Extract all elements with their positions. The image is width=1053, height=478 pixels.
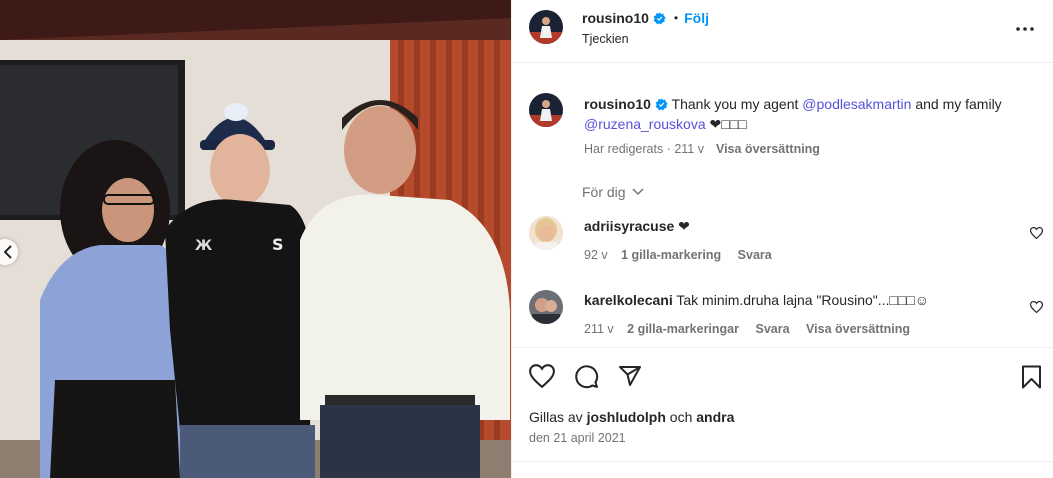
follow-button[interactable]: Följ [684, 10, 709, 26]
svg-text:S: S [272, 235, 284, 254]
liked-by-user-link[interactable]: joshludolph [587, 409, 666, 425]
post-photo[interactable]: Ж S [0, 0, 511, 478]
verified-badge-icon [655, 98, 668, 111]
like-button[interactable] [529, 364, 555, 392]
caption-text: Thank you my agent [667, 96, 803, 112]
chevron-left-icon [3, 245, 12, 259]
heart-icon [529, 364, 555, 389]
divider [512, 461, 1053, 462]
mention-agent-link[interactable]: @podlesakmartin [802, 96, 911, 112]
comment-username-link[interactable]: karelkolecani [584, 292, 673, 308]
comment-body: Tak minim.druha lajna "Rousino"...□□□☺ [672, 292, 930, 308]
avatar-image [529, 216, 563, 250]
more-options-icon [1016, 27, 1034, 31]
avatar-image [529, 290, 563, 324]
svg-text:Ж: Ж [195, 238, 212, 254]
divider [512, 347, 1053, 348]
caption-username-link[interactable]: rousino10 [584, 96, 651, 112]
comment-body: ❤ [674, 218, 690, 234]
save-button[interactable] [1021, 365, 1042, 392]
comment-like-button[interactable] [1029, 300, 1044, 316]
liked-by-prefix: Gillas av [529, 409, 587, 425]
comment-username-link[interactable]: adriisyracuse [584, 218, 674, 234]
username-link[interactable]: rousino10 [582, 10, 649, 26]
share-button[interactable] [618, 364, 642, 392]
post-header: rousino10 • Följ Tjeckien [512, 0, 1053, 63]
photo-image: Ж S [0, 0, 511, 478]
caption-meta: Har redigerats · 211 v Visa översättning [584, 142, 820, 156]
heart-icon [1029, 226, 1044, 240]
avatar[interactable] [529, 93, 563, 127]
heart-icon [1029, 300, 1044, 314]
bookmark-icon [1022, 365, 1041, 389]
liked-by-others-link[interactable]: andra [696, 409, 734, 425]
avatar[interactable] [529, 290, 563, 324]
verified-badge-icon [653, 11, 666, 24]
liked-by-line: Gillas av joshludolph och andra [529, 409, 734, 425]
comment-age: 211 v [584, 322, 614, 336]
translate-link[interactable]: Visa översättning [716, 142, 820, 156]
separator-dot: • [673, 11, 679, 25]
comment-meta: 211 v 2 gilla-markeringar Svara Visa öve… [584, 322, 910, 336]
comment-text: karelkolecani Tak minim.druha lajna "Rou… [584, 292, 929, 308]
caption-text: and my family [911, 96, 1002, 112]
comment-filter-dropdown[interactable]: För dig [582, 184, 644, 200]
translate-link[interactable]: Visa översättning [806, 322, 910, 336]
reply-button[interactable]: Svara [755, 322, 789, 336]
comment-age: 92 v [584, 248, 608, 262]
post-age: 211 v [674, 142, 704, 156]
post-details-panel: rousino10 • Följ Tjeckien rousino10 Than… [511, 0, 1053, 478]
more-options-button[interactable] [1016, 18, 1034, 34]
header-user-line: rousino10 • Följ [582, 10, 709, 26]
reply-button[interactable]: Svara [738, 248, 772, 262]
mention-family-link[interactable]: @ruzena_rouskova [584, 116, 706, 132]
comment-icon [575, 365, 599, 389]
meta-separator: · [663, 142, 675, 156]
chevron-down-icon [632, 188, 644, 196]
caption-text: ❤□□□ [705, 116, 747, 132]
comment-button[interactable] [574, 364, 599, 392]
location-link[interactable]: Tjeckien [582, 32, 629, 46]
comment-meta: 92 v 1 gilla-markering Svara [584, 248, 772, 262]
edited-label: Har redigerats [584, 142, 664, 156]
share-icon [619, 366, 641, 386]
comment-like-button[interactable] [1029, 226, 1044, 242]
avatar-image [529, 10, 563, 44]
comment-filter-label: För dig [582, 184, 626, 200]
comment-likes-link[interactable]: 2 gilla-markeringar [627, 322, 739, 336]
post-caption: rousino10 Thank you my agent @podlesakma… [584, 94, 1044, 134]
post-date[interactable]: den 21 april 2021 [529, 431, 626, 445]
liked-by-middle: och [665, 409, 697, 425]
avatar[interactable] [529, 216, 563, 250]
comment-text: adriisyracuse ❤ [584, 218, 690, 235]
avatar[interactable] [529, 10, 563, 44]
comment-likes-link[interactable]: 1 gilla-markering [621, 248, 721, 262]
post-actions [529, 364, 661, 392]
avatar-image [529, 93, 563, 127]
